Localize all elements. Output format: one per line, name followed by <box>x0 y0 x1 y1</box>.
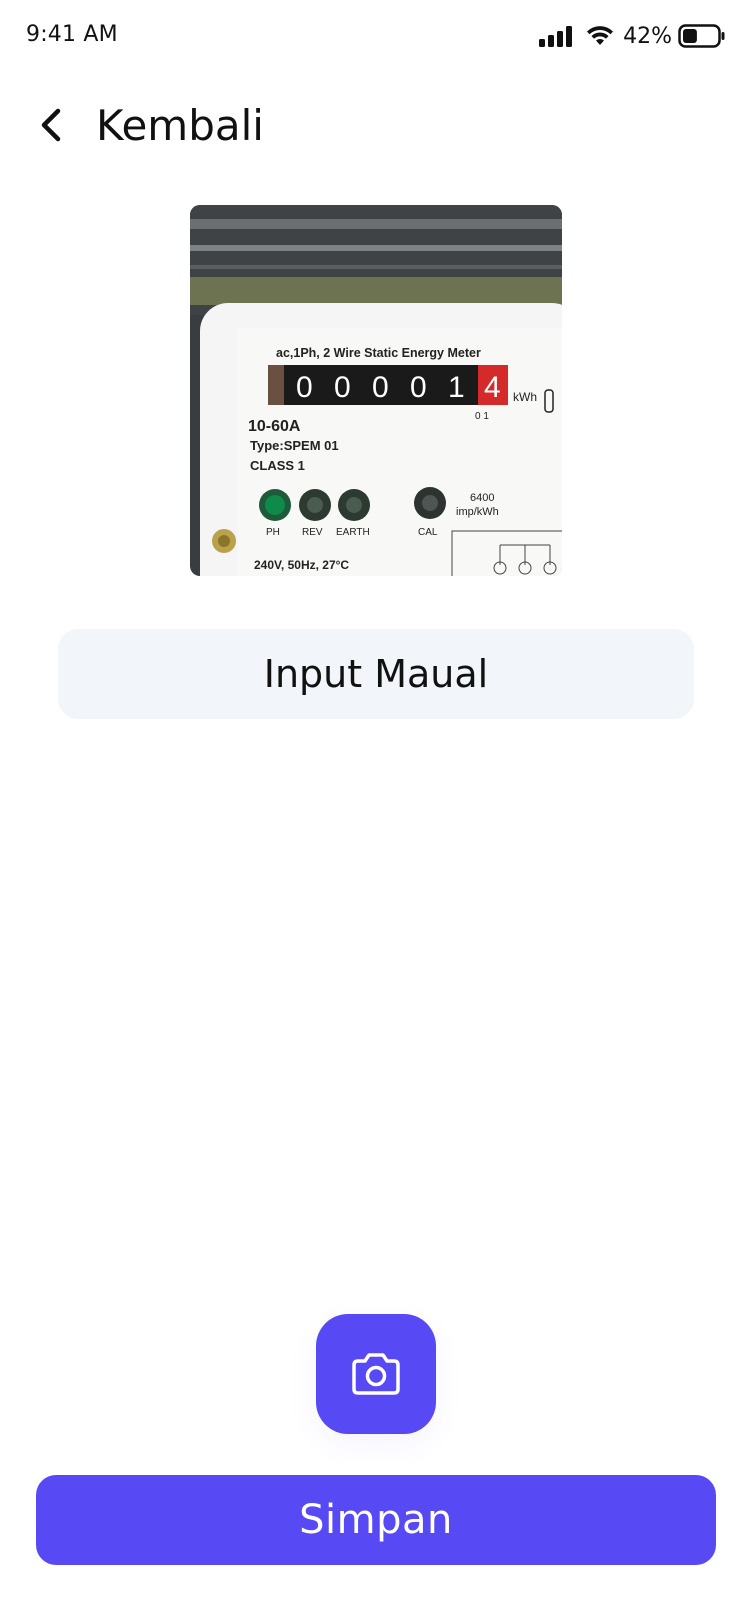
meter-digit: 0 <box>372 371 389 404</box>
header: Kembali <box>0 90 750 160</box>
meter-unit: kWh <box>513 390 537 404</box>
meter-indicator-label: CAL <box>418 527 438 538</box>
meter-digit: 4 <box>484 371 501 404</box>
meter-indicator-label: PH <box>266 527 280 538</box>
status-bar: 9:41 AM 42% <box>0 0 750 74</box>
meter-photo: ac,1Ph, 2 Wire Static Energy Meter 00001… <box>190 205 562 576</box>
meter-title: ac,1Ph, 2 Wire Static Energy Meter <box>276 346 481 360</box>
meter-digit: 0 <box>410 371 427 404</box>
chevron-left-icon <box>41 108 61 142</box>
camera-icon <box>352 1353 400 1395</box>
screen: 9:41 AM 42% Kembali ac,1Ph, 2 Wire Stati… <box>0 0 750 1624</box>
manual-input-button[interactable]: Input Maual <box>58 629 694 719</box>
status-time: 9:41 AM <box>26 22 118 47</box>
meter-indicator-label: EARTH <box>336 527 370 538</box>
meter-decimal-marker: 0 1 <box>475 411 489 422</box>
meter-digit: 0 <box>296 371 313 404</box>
meter-type: Type:SPEM 01 <box>250 438 339 453</box>
meter-rating: 10-60A <box>248 418 301 435</box>
meter-digit: 0 <box>334 371 351 404</box>
meter-digit: 1 <box>448 371 465 404</box>
battery-icon <box>678 24 725 48</box>
meter-spec: 240V, 50Hz, 27°C <box>254 558 349 572</box>
back-button[interactable]: Kembali <box>30 90 264 160</box>
camera-button[interactable] <box>316 1314 436 1434</box>
meter-imp-value: 6400 <box>470 492 494 504</box>
save-label: Simpan <box>299 1497 453 1543</box>
meter-imp-unit: imp/kWh <box>456 506 499 518</box>
signal-icon <box>539 25 575 47</box>
status-indicators: 42% <box>539 22 726 50</box>
meter-class: CLASS 1 <box>250 458 305 473</box>
meter-indicator-label: REV <box>302 527 323 538</box>
manual-input-label: Input Maual <box>263 652 489 696</box>
meter-illustration: ac,1Ph, 2 Wire Static Energy Meter 00001… <box>190 205 562 576</box>
battery-percent: 42% <box>623 23 672 49</box>
back-label: Kembali <box>96 100 264 150</box>
save-button[interactable]: Simpan <box>36 1475 716 1565</box>
wifi-icon <box>587 26 614 45</box>
